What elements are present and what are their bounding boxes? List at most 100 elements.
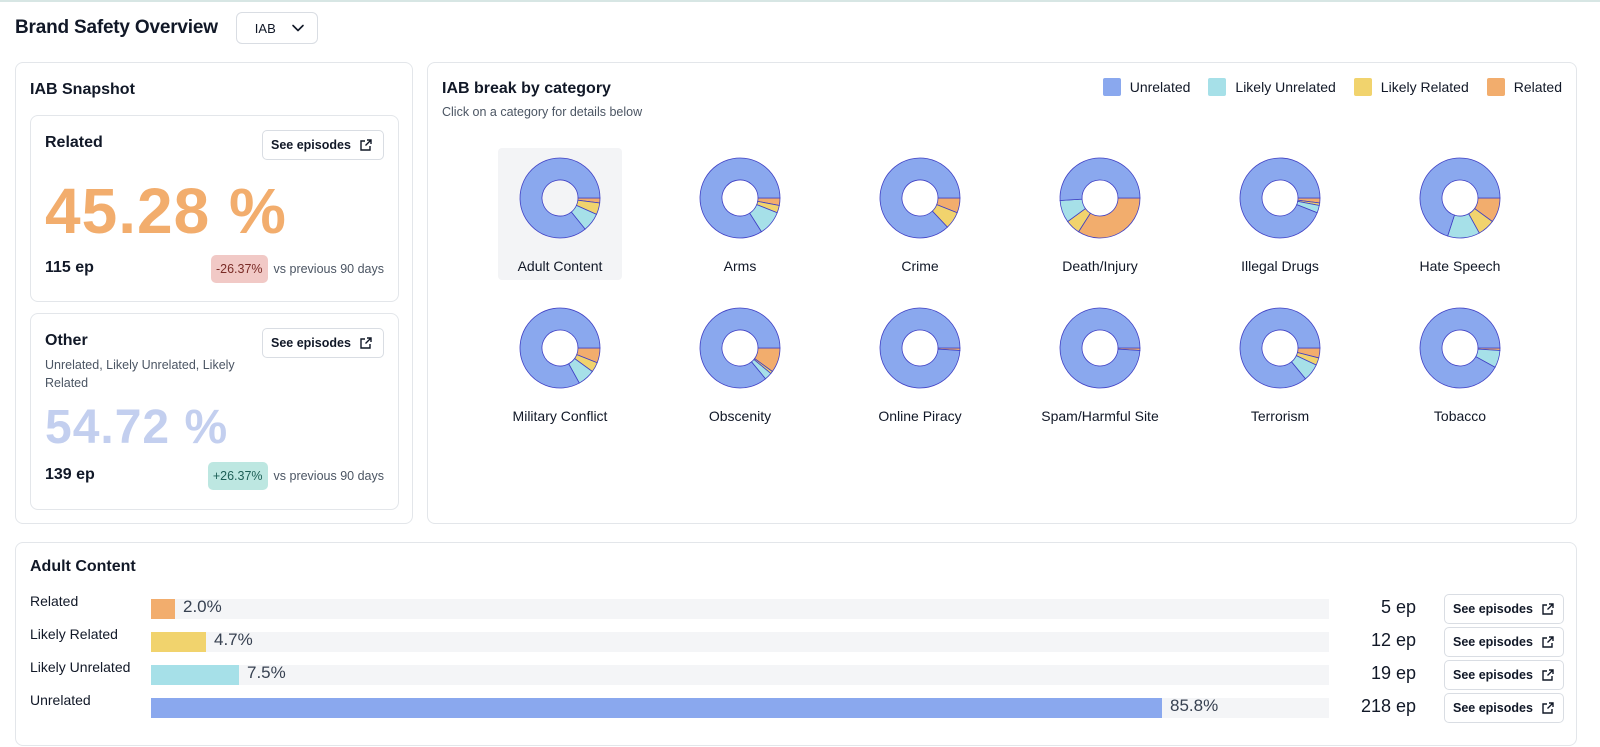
bar-track: 4.7% (151, 630, 1329, 652)
external-link-icon (1542, 669, 1554, 681)
bar-fill (151, 632, 206, 652)
see-episodes-button[interactable]: See episodes (1444, 693, 1564, 723)
donut-chart (879, 157, 961, 239)
bar-track: 85.8% (151, 696, 1329, 718)
comparison-text: vs previous 90 days (273, 262, 384, 276)
category-donut-adult-content[interactable]: Adult Content (498, 148, 622, 280)
legend-label: Related (1513, 79, 1562, 95)
detail-bar-row: Likely Related 4.7% 12 ep See episodes (30, 626, 1564, 657)
delta-badge: +26.37% (207, 462, 268, 490)
legend-swatch (1353, 78, 1372, 96)
donut-chart (1059, 157, 1141, 239)
detail-bar-row: Unrelated 85.8% 218 ep See episodes (30, 692, 1564, 723)
donut-chart-grid: Adult Content Arms Crime Death/Injury Illega… (470, 148, 1550, 448)
details-title: Adult Content (30, 558, 136, 575)
related-title: Related (45, 134, 103, 151)
bar-episode-count: 5 ep (1380, 597, 1416, 617)
button-label: See episodes (271, 336, 351, 350)
donut-slice-unrelated (1239, 157, 1321, 239)
donut-slice-unrelated (1059, 307, 1141, 389)
detail-bar-row: Likely Unrelated 7.5% 19 ep See episodes (30, 659, 1564, 690)
page-header: Brand Safety Overview IAB (15, 12, 318, 44)
bar-percent: 2.0% (183, 597, 222, 616)
other-title: Other (45, 332, 88, 349)
category-donut-online-piracy[interactable]: Online Piracy (858, 298, 982, 448)
breakdown-subtitle: Click on a category for details below (442, 105, 643, 119)
bar-fill (151, 665, 239, 685)
donut-label: Adult Content (517, 258, 603, 274)
legend-swatch (1102, 78, 1121, 96)
iab-snapshot-card: IAB Snapshot Related See episodes 45.28 … (15, 62, 413, 524)
bar-label: Unrelated (30, 692, 91, 708)
chevron-down-icon (291, 24, 304, 32)
other-card: Other Unrelated, Likely Unrelated, Likel… (30, 313, 399, 510)
taxonomy-dropdown[interactable]: IAB (235, 12, 318, 44)
donut-chart (519, 307, 601, 389)
comparison-text: vs previous 90 days (273, 469, 384, 483)
donut-slice-unrelated (879, 307, 961, 389)
top-border (0, 0, 1600, 2)
category-donut-hate-speech[interactable]: Hate Speech (1398, 148, 1522, 298)
donut-label: Spam/Harmful Site (1041, 408, 1159, 424)
bar-fill (151, 698, 1162, 718)
related-see-episodes-button[interactable]: See episodes (262, 130, 384, 160)
chart-legend: Unrelated Likely Unrelated Likely Relate… (1085, 78, 1562, 96)
external-link-icon (1542, 702, 1554, 714)
donut-chart (699, 157, 781, 239)
bar-percent: 7.5% (247, 663, 286, 682)
category-donut-arms[interactable]: Arms (678, 148, 802, 298)
donut-chart (519, 157, 601, 239)
donut-chart (879, 307, 961, 389)
category-donut-terrorism[interactable]: Terrorism (1218, 298, 1342, 448)
legend-swatch (1486, 78, 1505, 96)
category-donut-crime[interactable]: Crime (858, 148, 982, 298)
other-note: Unrelated, Likely Unrelated, Likely Rela… (45, 358, 235, 390)
other-see-episodes-button[interactable]: See episodes (262, 328, 384, 358)
button-label: See episodes (271, 138, 351, 152)
legend-label: Likely Related (1380, 79, 1469, 95)
external-link-icon (1542, 603, 1554, 615)
category-donut-military-conflict[interactable]: Military Conflict (498, 298, 622, 448)
detail-bar-row: Related 2.0% 5 ep See episodes (30, 593, 1564, 624)
bar-track: 7.5% (151, 663, 1329, 685)
category-donut-spam-harmful-site[interactable]: Spam/Harmful Site (1038, 298, 1162, 448)
see-episodes-button[interactable]: See episodes (1444, 594, 1564, 624)
category-donut-tobacco[interactable]: Tobacco (1398, 298, 1522, 448)
see-episodes-button[interactable]: See episodes (1444, 627, 1564, 657)
bar-percent: 85.8% (1170, 696, 1219, 715)
category-donut-illegal-drugs[interactable]: Illegal Drugs (1218, 148, 1342, 298)
dropdown-value: IAB (254, 20, 276, 36)
other-delta-row: +26.37% vs previous 90 days (207, 462, 384, 490)
external-link-icon (360, 337, 372, 349)
donut-slice-unrelated (1419, 307, 1501, 389)
category-donut-death-injury[interactable]: Death/Injury (1038, 148, 1162, 298)
breakdown-title: IAB break by category (442, 80, 611, 97)
external-link-icon (1542, 636, 1554, 648)
bar-label: Related (30, 593, 79, 609)
category-donut-obscenity[interactable]: Obscenity (678, 298, 802, 448)
related-episode-count: 115 ep (45, 259, 94, 276)
donut-chart (1419, 157, 1501, 239)
donut-chart (1059, 307, 1141, 389)
snapshot-title: IAB Snapshot (30, 81, 135, 98)
donut-label: Arms (723, 258, 757, 274)
button-label: See episodes (1453, 701, 1533, 715)
donut-label: Illegal Drugs (1241, 258, 1319, 274)
donut-label: Terrorism (1250, 408, 1310, 424)
donut-label: Crime (901, 258, 939, 274)
bar-percent: 4.7% (214, 630, 253, 649)
bar-fill (151, 599, 175, 619)
legend-item-likely-unrelated: Likely Unrelated (1208, 78, 1336, 96)
donut-label: Hate Speech (1419, 258, 1501, 274)
legend-item-related: Related (1486, 78, 1562, 96)
donut-chart (1239, 157, 1321, 239)
delta-badge: -26.37% (210, 255, 268, 283)
donut-label: Online Piracy (878, 408, 962, 424)
category-details-card: Adult Content Related 2.0% 5 ep See episode… (15, 542, 1577, 746)
donut-label: Obscenity (708, 408, 772, 424)
bar-episode-count: 19 ep (1370, 663, 1416, 683)
donut-slice-related (1078, 197, 1141, 239)
legend-item-unrelated: Unrelated (1102, 78, 1190, 96)
related-card: Related See episodes 45.28 % 115 ep -26.… (30, 115, 399, 302)
see-episodes-button[interactable]: See episodes (1444, 660, 1564, 690)
